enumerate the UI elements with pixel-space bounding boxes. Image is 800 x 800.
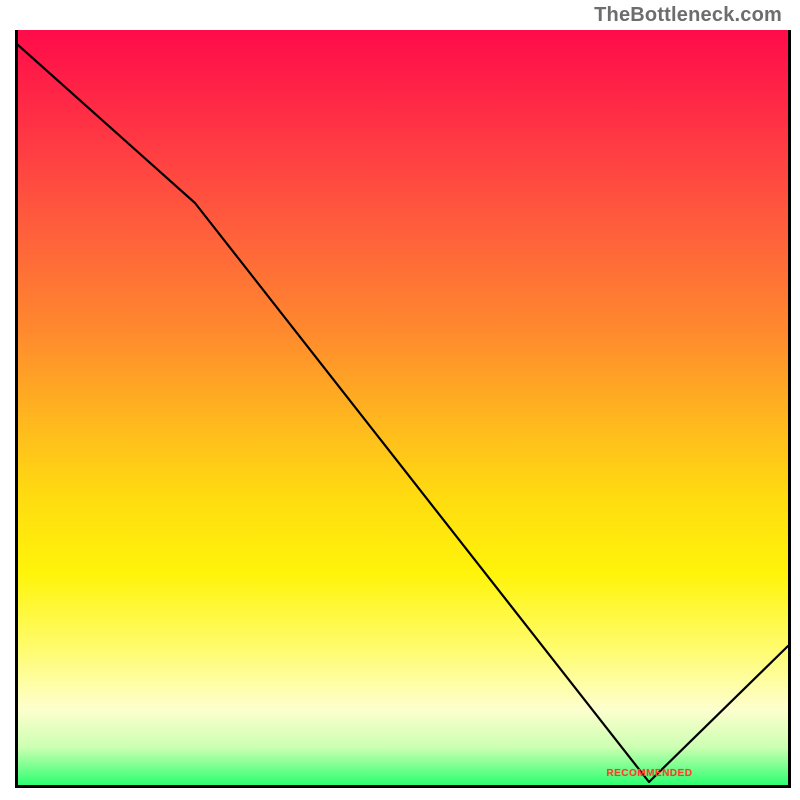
attribution-text: TheBottleneck.com [594, 4, 782, 27]
chart-container: TheBottleneck.com RECOMMENDED [0, 0, 800, 800]
recommended-marker-label: RECOMMENDED [606, 768, 692, 779]
plot-area: RECOMMENDED [15, 30, 791, 788]
bottleneck-curve [18, 30, 788, 785]
